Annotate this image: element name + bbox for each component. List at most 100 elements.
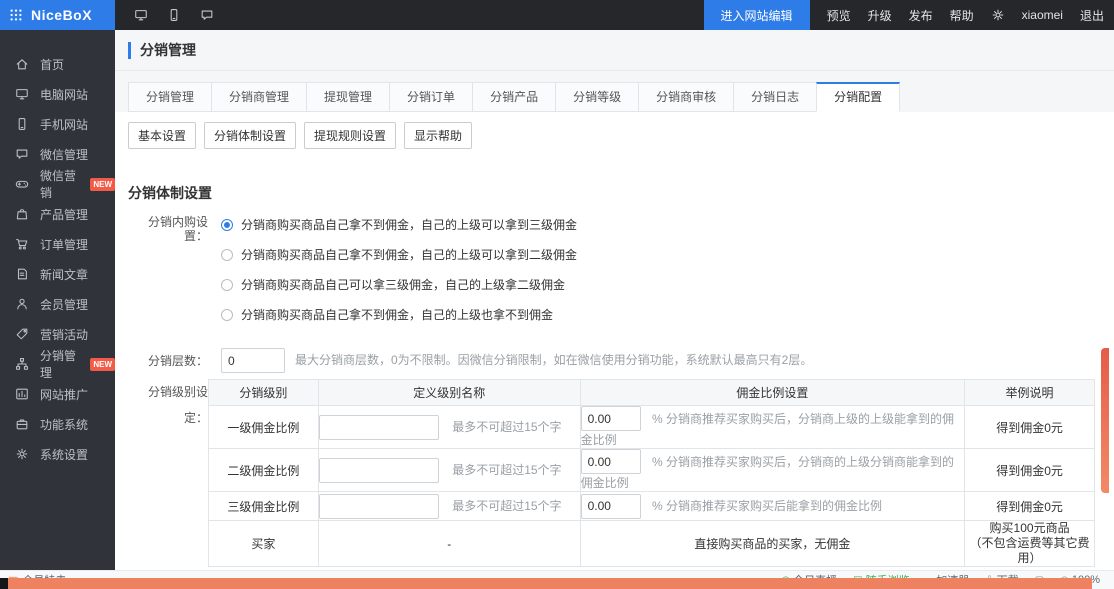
org-tree-icon	[15, 357, 29, 371]
gear-icon	[15, 447, 29, 461]
settings-gear-icon[interactable]	[991, 8, 1005, 22]
radio-option-3[interactable]: 分销商购买商品自己可以拿三级佣金，自己的上级拿二级佣金	[221, 276, 577, 293]
level3-name-input[interactable]	[319, 494, 439, 519]
sidebar-item-promotion[interactable]: 网站推广	[0, 379, 115, 409]
withdraw-rules-button[interactable]: 提现规则设置	[304, 122, 396, 149]
radio-option-4[interactable]: 分销商购买商品自己拿不到佣金，自己的上级也拿不到佣金	[221, 306, 577, 323]
level1-name-input[interactable]	[319, 415, 439, 440]
publish-link[interactable]: 发布	[909, 7, 933, 24]
chat-bubble-icon	[15, 147, 29, 161]
grade-setting-row: 分销级别设定： 分销级别 定义级别名称 佣金比例设置 举例说明 一级佣金比例 最…	[128, 379, 1114, 567]
home-icon	[15, 57, 29, 71]
preview-link[interactable]: 预览	[827, 7, 851, 24]
sidebar-item-pc-site[interactable]: 电脑网站	[0, 79, 115, 109]
tab-orders[interactable]: 分销订单	[389, 82, 473, 112]
sidebar: 首页 电脑网站 手机网站 微信管理 微信营销 NEW 产品管理 订单管理 新闻文…	[0, 30, 115, 570]
grade-label: 分销级别设定：	[128, 379, 208, 431]
username[interactable]: xiaomei	[1022, 8, 1063, 22]
inner-purchase-label: 分销内购设置：	[128, 215, 208, 243]
inner-purchase-row: 分销内购设置： 分销商购买商品自己拿不到佣金，自己的上级可以拿到三级佣金 分销商…	[128, 215, 1114, 336]
tab-products[interactable]: 分销产品	[472, 82, 556, 112]
enter-site-editor-button[interactable]: 进入网站编辑	[704, 0, 810, 30]
buyer-example-cell: 购买100元商品 （不包含运费等其它费用）	[965, 521, 1095, 567]
subnav: 基本设置 分销体制设置 提现规则设置 显示帮助	[128, 122, 1114, 149]
new-badge: NEW	[90, 178, 115, 191]
levels-hint: 最大分销商层数，0为不限制。因微信分销限制，如在微信使用分销功能，系统默认最高只…	[295, 348, 812, 373]
page-title: 分销管理	[128, 42, 196, 59]
config-panel: 基本设置 分销体制设置 提现规则设置 显示帮助 分销体制设置 分销内购设置： 分…	[115, 112, 1114, 570]
radio-option-2[interactable]: 分销商购买商品自己拿不到佣金，自己的上级可以拿到二级佣金	[221, 246, 577, 263]
tab-config[interactable]: 分销配置	[816, 82, 900, 112]
tag-icon	[15, 327, 29, 341]
radio-icon[interactable]	[221, 279, 233, 291]
sidebar-item-home[interactable]: 首页	[0, 49, 115, 79]
table-row-level2: 二级佣金比例 最多不可超过15个字 % 分销商推荐买家购买后，分销商的上级分销商…	[209, 449, 1095, 492]
shopping-bag-icon	[15, 207, 29, 221]
tab-levels[interactable]: 分销等级	[555, 82, 639, 112]
tab-bar: 分销管理 分销商管理 提现管理 分销订单 分销产品 分销等级 分销商审核 分销日…	[128, 82, 899, 112]
basic-settings-button[interactable]: 基本设置	[128, 122, 196, 149]
orange-bottom-bar	[8, 578, 1092, 589]
logout-link[interactable]: 退出	[1080, 7, 1104, 24]
tab-withdrawals[interactable]: 提现管理	[306, 82, 390, 112]
mobile-icon	[15, 117, 29, 131]
briefcase-icon	[15, 417, 29, 431]
sidebar-item-marketing[interactable]: 营销活动	[0, 319, 115, 349]
level2-name-input[interactable]	[319, 458, 439, 483]
radio-icon[interactable]	[221, 309, 233, 321]
user-icon	[15, 297, 29, 311]
sidebar-item-settings[interactable]: 系统设置	[0, 439, 115, 469]
buyer-name-cell: -	[318, 521, 580, 567]
wechat-chat-icon[interactable]	[200, 8, 214, 22]
tab-logs[interactable]: 分销日志	[733, 82, 817, 112]
sidebar-item-members[interactable]: 会员管理	[0, 289, 115, 319]
desktop-icon	[15, 87, 29, 101]
main-content: 分销管理 分销管理 分销商管理 提现管理 分销订单 分销产品 分销等级 分销商审…	[115, 30, 1114, 570]
example-cell: 得到佣金0元	[965, 406, 1095, 449]
sidebar-item-mobile-site[interactable]: 手机网站	[0, 109, 115, 139]
example-cell: 得到佣金0元	[965, 449, 1095, 492]
level3-rate-input[interactable]	[581, 494, 641, 519]
radio-icon[interactable]	[221, 249, 233, 261]
logo-text: NiceBoX	[31, 7, 92, 23]
example-cell: 得到佣金0元	[965, 492, 1095, 521]
buyer-desc-cell: 直接购买商品的买家，无佣金	[580, 521, 965, 567]
side-float-tab[interactable]	[1101, 348, 1109, 493]
help-link[interactable]: 帮助	[950, 7, 974, 24]
table-header-row: 分销级别 定义级别名称 佣金比例设置 举例说明	[209, 380, 1095, 406]
level2-rate-input[interactable]	[581, 449, 641, 474]
upgrade-link[interactable]: 升级	[868, 7, 892, 24]
radio-selected-icon[interactable]	[221, 219, 233, 231]
inner-purchase-options: 分销商购买商品自己拿不到佣金，自己的上级可以拿到三级佣金 分销商购买商品自己拿不…	[221, 216, 577, 336]
document-icon	[15, 267, 29, 281]
bar-chart-icon	[15, 387, 29, 401]
show-help-button[interactable]: 显示帮助	[404, 122, 472, 149]
topbar: NiceBoX 进入网站编辑 预览 升级 发布 帮助 xiaomei 退出	[0, 0, 1114, 30]
sidebar-item-wechat-marketing[interactable]: 微信营销 NEW	[0, 169, 115, 199]
level1-rate-input[interactable]	[581, 406, 641, 431]
tab-distributor-review[interactable]: 分销商审核	[638, 82, 734, 112]
header-divider	[115, 70, 1114, 71]
new-badge: NEW	[90, 358, 115, 371]
app-logo[interactable]: NiceBoX	[0, 0, 115, 30]
tab-distribution[interactable]: 分销管理	[128, 82, 212, 112]
desktop-site-icon[interactable]	[134, 8, 148, 22]
mobile-site-icon[interactable]	[167, 8, 181, 22]
table-row-level3: 三级佣金比例 最多不可超过15个字 % 分销商推荐买家购买后能拿到的佣金比例 得…	[209, 492, 1095, 521]
page-header: 分销管理 分销管理 分销商管理 提现管理 分销订单 分销产品 分销等级 分销商审…	[115, 30, 1114, 112]
cart-icon	[15, 237, 29, 251]
sidebar-item-features[interactable]: 功能系统	[0, 409, 115, 439]
levels-input[interactable]	[221, 348, 285, 373]
sidebar-item-orders[interactable]: 订单管理	[0, 229, 115, 259]
distribution-system-settings-button[interactable]: 分销体制设置	[204, 122, 296, 149]
sidebar-item-products[interactable]: 产品管理	[0, 199, 115, 229]
corner-square	[0, 578, 8, 589]
table-row-buyer: 买家 - 直接购买商品的买家，无佣金 购买100元商品 （不包含运费等其它费用）	[209, 521, 1095, 567]
radio-option-1[interactable]: 分销商购买商品自己拿不到佣金，自己的上级可以拿到三级佣金	[221, 216, 577, 233]
table-row-level1: 一级佣金比例 最多不可超过15个字 % 分销商推荐买家购买后，分销商上级的上级能…	[209, 406, 1095, 449]
grid-menu-icon[interactable]	[9, 8, 23, 22]
sidebar-item-distribution[interactable]: 分销管理 NEW	[0, 349, 115, 379]
sidebar-item-news[interactable]: 新闻文章	[0, 259, 115, 289]
sidebar-item-wechat[interactable]: 微信管理	[0, 139, 115, 169]
tab-distributors[interactable]: 分销商管理	[211, 82, 307, 112]
